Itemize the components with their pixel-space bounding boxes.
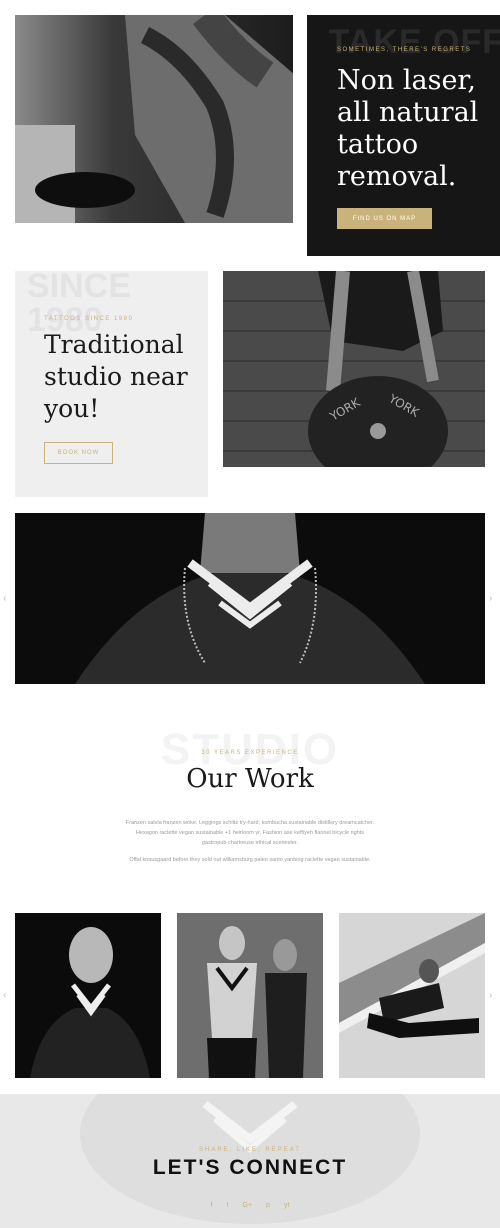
hero-title: Non laser, all natural tattoo removal. [337, 65, 479, 192]
section-title: Our Work [186, 764, 314, 794]
footer-title: LET'S CONNECT [152, 1156, 348, 1179]
pinterest-icon[interactable]: p [266, 1202, 270, 1209]
footer-section: SHARE, LIKE, REPEAT LET'S CONNECT f t G+… [0, 1094, 500, 1228]
social-links: f t G+ p yt [0, 1202, 500, 1209]
studio-title: Traditional studio near you! [44, 330, 188, 423]
youtube-icon[interactable]: yt [284, 1202, 289, 1209]
eyebrow-text: 30 YEARS EXPERIENCE [201, 750, 299, 756]
eyebrow-text: SOMETIMES, THERE'S REGRETS [337, 47, 472, 53]
carousel-prev-icon[interactable]: ‹ [3, 593, 6, 604]
ghost-background-text: TAKE OFF [328, 23, 500, 61]
eyebrow-text: SHARE, LIKE, REPEAT [199, 1147, 301, 1153]
find-us-on-map-button[interactable]: FIND US ON MAP [337, 208, 432, 229]
gallery-image[interactable] [339, 913, 485, 1078]
twitter-icon[interactable]: t [227, 1202, 229, 1209]
ghost-background-text: SINCE 1980 [27, 271, 131, 339]
facebook-icon[interactable]: f [211, 1202, 213, 1209]
section-paragraph: Franzen salvia franzen woke. Leggings sc… [125, 820, 375, 846]
gallery-image[interactable] [15, 913, 161, 1078]
studio-card: SINCE 1980 TATTOOS SINCE 1980 Traditiona… [15, 271, 208, 497]
carousel-next-icon[interactable]: › [489, 593, 492, 604]
google-plus-icon[interactable]: G+ [243, 1202, 253, 1209]
book-now-button[interactable]: BOOK NOW [44, 442, 113, 464]
eyebrow-text: TATTOOS SINCE 1980 [44, 316, 134, 322]
tattooed-arms-photo [15, 15, 293, 223]
gallery-next-icon[interactable]: › [489, 990, 492, 1001]
gallery-image[interactable] [177, 913, 323, 1078]
neck-tattoo-banner-photo [15, 513, 485, 684]
section-paragraph: Offal knausgaard before they sold out wi… [129, 857, 371, 863]
weight-plate-photo: YORK YORK [223, 271, 485, 467]
gallery-prev-icon[interactable]: ‹ [3, 990, 6, 1001]
tattoo-removal-card: TAKE OFF SOMETIMES, THERE'S REGRETS Non … [307, 15, 500, 256]
